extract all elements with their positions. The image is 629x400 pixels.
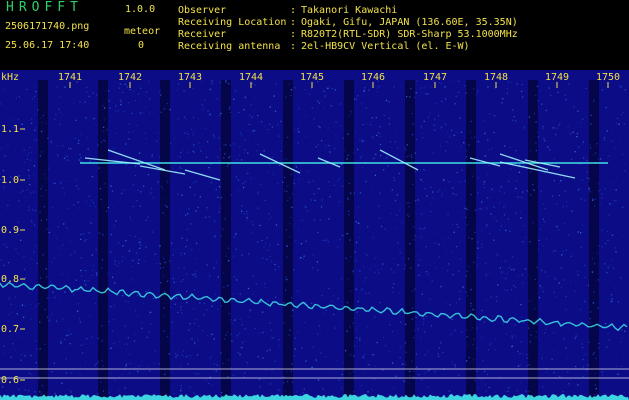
date-time: 25.06.17 17:40 [5,40,90,51]
time-stripe [528,80,538,400]
frequency-tick-label: 1.0 [1,175,19,186]
antenna-label: Receiving antenna [178,41,281,52]
spectrogram: 1741 1742 1743 1744 1745 1746 1747 1748 1749 1750… [0,70,629,400]
frequency-tick-label: 0.6 [1,375,19,386]
time-tick-label: 1745 [300,72,324,83]
antenna-separator: : [290,41,297,52]
receiver-value: R820T2(RTL-SDR) SDR-Sharp 53.1000MHz [301,29,518,40]
antenna-value: 2el-HB9CV Vertical (el. E-W) [301,41,470,52]
frequency-unit: kHz [1,72,19,83]
time-stripe [38,80,48,400]
spectrogram-panel: 1741 1742 1743 1744 1745 1746 1747 1748 1749 1750… [0,70,629,400]
observer-separator: : [290,5,297,16]
meteor-label: meteor [124,26,161,37]
location-value: Ogaki, Gifu, JAPAN (136.60E, 35.35N) [301,17,518,28]
frequency-tick-label: 0.8 [1,274,19,285]
frequency-tick-label: 0.9 [1,225,19,236]
time-tick-label: 1746 [361,72,385,83]
frequency-tick-label: 0.7 [1,324,19,335]
time-stripe [589,80,599,400]
meteor-count: 0 [138,40,145,51]
time-tick-label: 1741 [58,72,82,83]
location-separator: : [290,17,297,28]
time-stripe [283,80,293,400]
time-tick-label: 1747 [423,72,447,83]
app-title: HROFFT [6,0,83,15]
time-tick-label: 1744 [239,72,263,83]
time-tick-label: 1742 [118,72,142,83]
time-stripe [160,80,170,400]
file-name: 2506171740.png [5,21,90,32]
time-tick-label: 1748 [484,72,508,83]
receiver-label: Receiver [178,29,227,40]
time-stripe [344,80,354,400]
time-tick-label: 1743 [178,72,202,83]
time-tick-label: 1750 [596,72,620,83]
frequency-tick-label: 1.1 [1,124,19,135]
time-stripe [221,80,231,400]
location-label: Receiving Location [178,17,287,28]
observer-label: Observer [178,5,227,16]
receiver-separator: : [290,29,297,40]
app-version: 1.0.0 [125,4,156,15]
hrofft-window: HROFFT 1.0.0 2506171740.png meteor 25.06… [0,0,629,400]
time-stripe [466,80,476,400]
observer-value: Takanori Kawachi [301,5,398,16]
time-tick-label: 1749 [545,72,569,83]
